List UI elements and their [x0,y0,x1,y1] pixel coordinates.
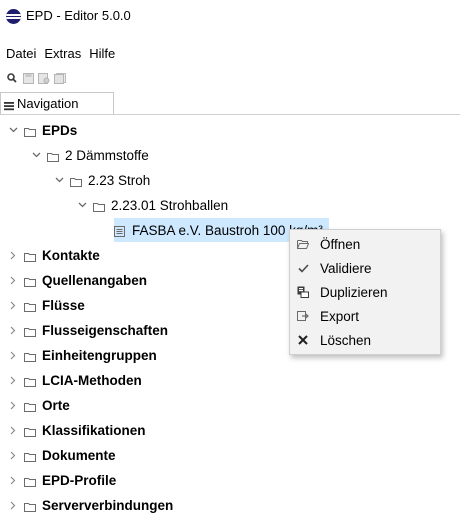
tree-item-fluesse[interactable]: Flüsse [8,293,85,317]
context-item-label: Öffnen [320,236,361,252]
epd-document-icon [114,225,126,237]
context-menu: Öffnen Validiere Duplizieren Export Lösc… [289,229,441,355]
folder-icon [24,125,36,137]
folder-icon [24,325,36,337]
tree-item-epds[interactable]: EPDs [8,118,77,142]
chevron-right-icon[interactable] [8,349,18,361]
folder-icon [24,400,36,412]
tree-item-label: Kontakte [42,247,100,263]
search-icon[interactable] [4,70,20,86]
tree-item-label: Orte [42,397,70,413]
tree-item-label: EPD-Profile [42,472,117,488]
window-title: EPD - Editor 5.0.0 [26,8,131,23]
tab-navigation-label: Navigation [17,96,79,111]
duplicate-icon [297,286,309,298]
tab-navigation[interactable]: Navigation [0,92,114,114]
chevron-down-icon[interactable] [77,199,87,211]
chevron-right-icon[interactable] [8,324,18,336]
app-logo-icon [6,9,21,24]
tree-item-label: Klassifikationen [42,422,146,438]
folder-open-icon [297,238,309,250]
context-item-duplicate[interactable]: Duplizieren [290,280,440,304]
context-item-open[interactable]: Öffnen [290,232,440,256]
folder-icon [24,250,36,262]
tree-item-label: 2 Dämmstoffe [65,147,149,163]
menu-hilfe[interactable]: Hilfe [89,46,115,66]
folder-icon [24,300,36,312]
folder-icon [70,175,82,187]
folder-icon [24,375,36,387]
chevron-down-icon[interactable] [31,149,41,161]
tree-item-lcia-methoden[interactable]: LCIA-Methoden [8,368,142,392]
tree-item-label: Flusseigenschaften [42,322,169,338]
tree-item-serververbindungen[interactable]: Serververbindungen [8,493,173,517]
chevron-right-icon[interactable] [8,399,18,411]
folder-icon [24,450,36,462]
save-icon[interactable] [20,70,36,86]
chevron-right-icon[interactable] [8,449,18,461]
tree-item-label: Einheitengruppen [42,347,157,363]
chevron-right-icon[interactable] [8,274,18,286]
folder-icon [24,475,36,487]
tree-item-klassifikationen[interactable]: Klassifikationen [8,418,146,442]
chevron-down-icon[interactable] [8,124,18,136]
tree-item-orte[interactable]: Orte [8,393,70,417]
tree-item-stroh[interactable]: 2.23 Stroh [54,168,150,192]
chevron-right-icon[interactable] [8,474,18,486]
title-bar: EPD - Editor 5.0.0 [0,0,460,32]
tree-item-label: Dokumente [42,447,116,463]
tree-item-daemmstoffe[interactable]: 2 Dämmstoffe [31,143,149,167]
chevron-right-icon[interactable] [8,424,18,436]
folder-icon [24,350,36,362]
list-icon [4,99,14,110]
tab-divider [0,114,460,115]
chevron-down-icon[interactable] [54,174,64,186]
chevron-right-icon[interactable] [8,499,18,511]
tree-item-label: Flüsse [42,297,85,313]
folder-icon [93,200,105,212]
save-as-icon[interactable] [36,70,52,86]
context-item-delete[interactable]: Löschen [290,328,440,352]
context-item-export[interactable]: Export [290,304,440,328]
chevron-right-icon[interactable] [8,374,18,386]
tree-item-flusseigenschaften[interactable]: Flusseigenschaften [8,318,168,342]
tree-item-dokumente[interactable]: Dokumente [8,443,116,467]
folder-icon [24,425,36,437]
export-icon [297,310,309,322]
tree-item-label: 2.23 Stroh [88,172,151,188]
tree-item-kontakte[interactable]: Kontakte [8,243,100,267]
context-item-validate[interactable]: Validiere [290,256,440,280]
tree-item-label: LCIA-Methoden [42,372,142,388]
folder-icon [24,275,36,287]
delete-x-icon [297,334,309,346]
context-item-label: Validiere [320,260,372,276]
chevron-right-icon[interactable] [8,299,18,311]
tree-item-epd-profile[interactable]: EPD-Profile [8,468,116,492]
tree-item-label: Quellenangaben [42,272,148,288]
tree-item-quellenangaben[interactable]: Quellenangaben [8,268,147,292]
menu-extras[interactable]: Extras [44,46,81,66]
context-item-label: Export [320,308,360,324]
tree-item-einheitengruppen[interactable]: Einheitengruppen [8,343,157,367]
chevron-right-icon[interactable] [8,249,18,261]
context-item-label: Duplizieren [320,284,388,300]
tree-item-strohballen[interactable]: 2.23.01 Strohballen [77,193,228,217]
folder-icon [24,500,36,512]
context-item-label: Löschen [320,332,372,348]
save-all-icon[interactable] [52,70,68,86]
tree-item-label: EPDs [42,122,78,138]
menu-bar: Datei Extras Hilfe [0,46,117,66]
menu-datei[interactable]: Datei [6,46,36,66]
folder-icon [47,150,59,162]
toolbar [0,68,460,88]
checkmark-icon [297,262,309,274]
tree-item-label: 2.23.01 Strohballen [111,197,229,213]
tree-item-label: Serververbindungen [42,497,174,513]
